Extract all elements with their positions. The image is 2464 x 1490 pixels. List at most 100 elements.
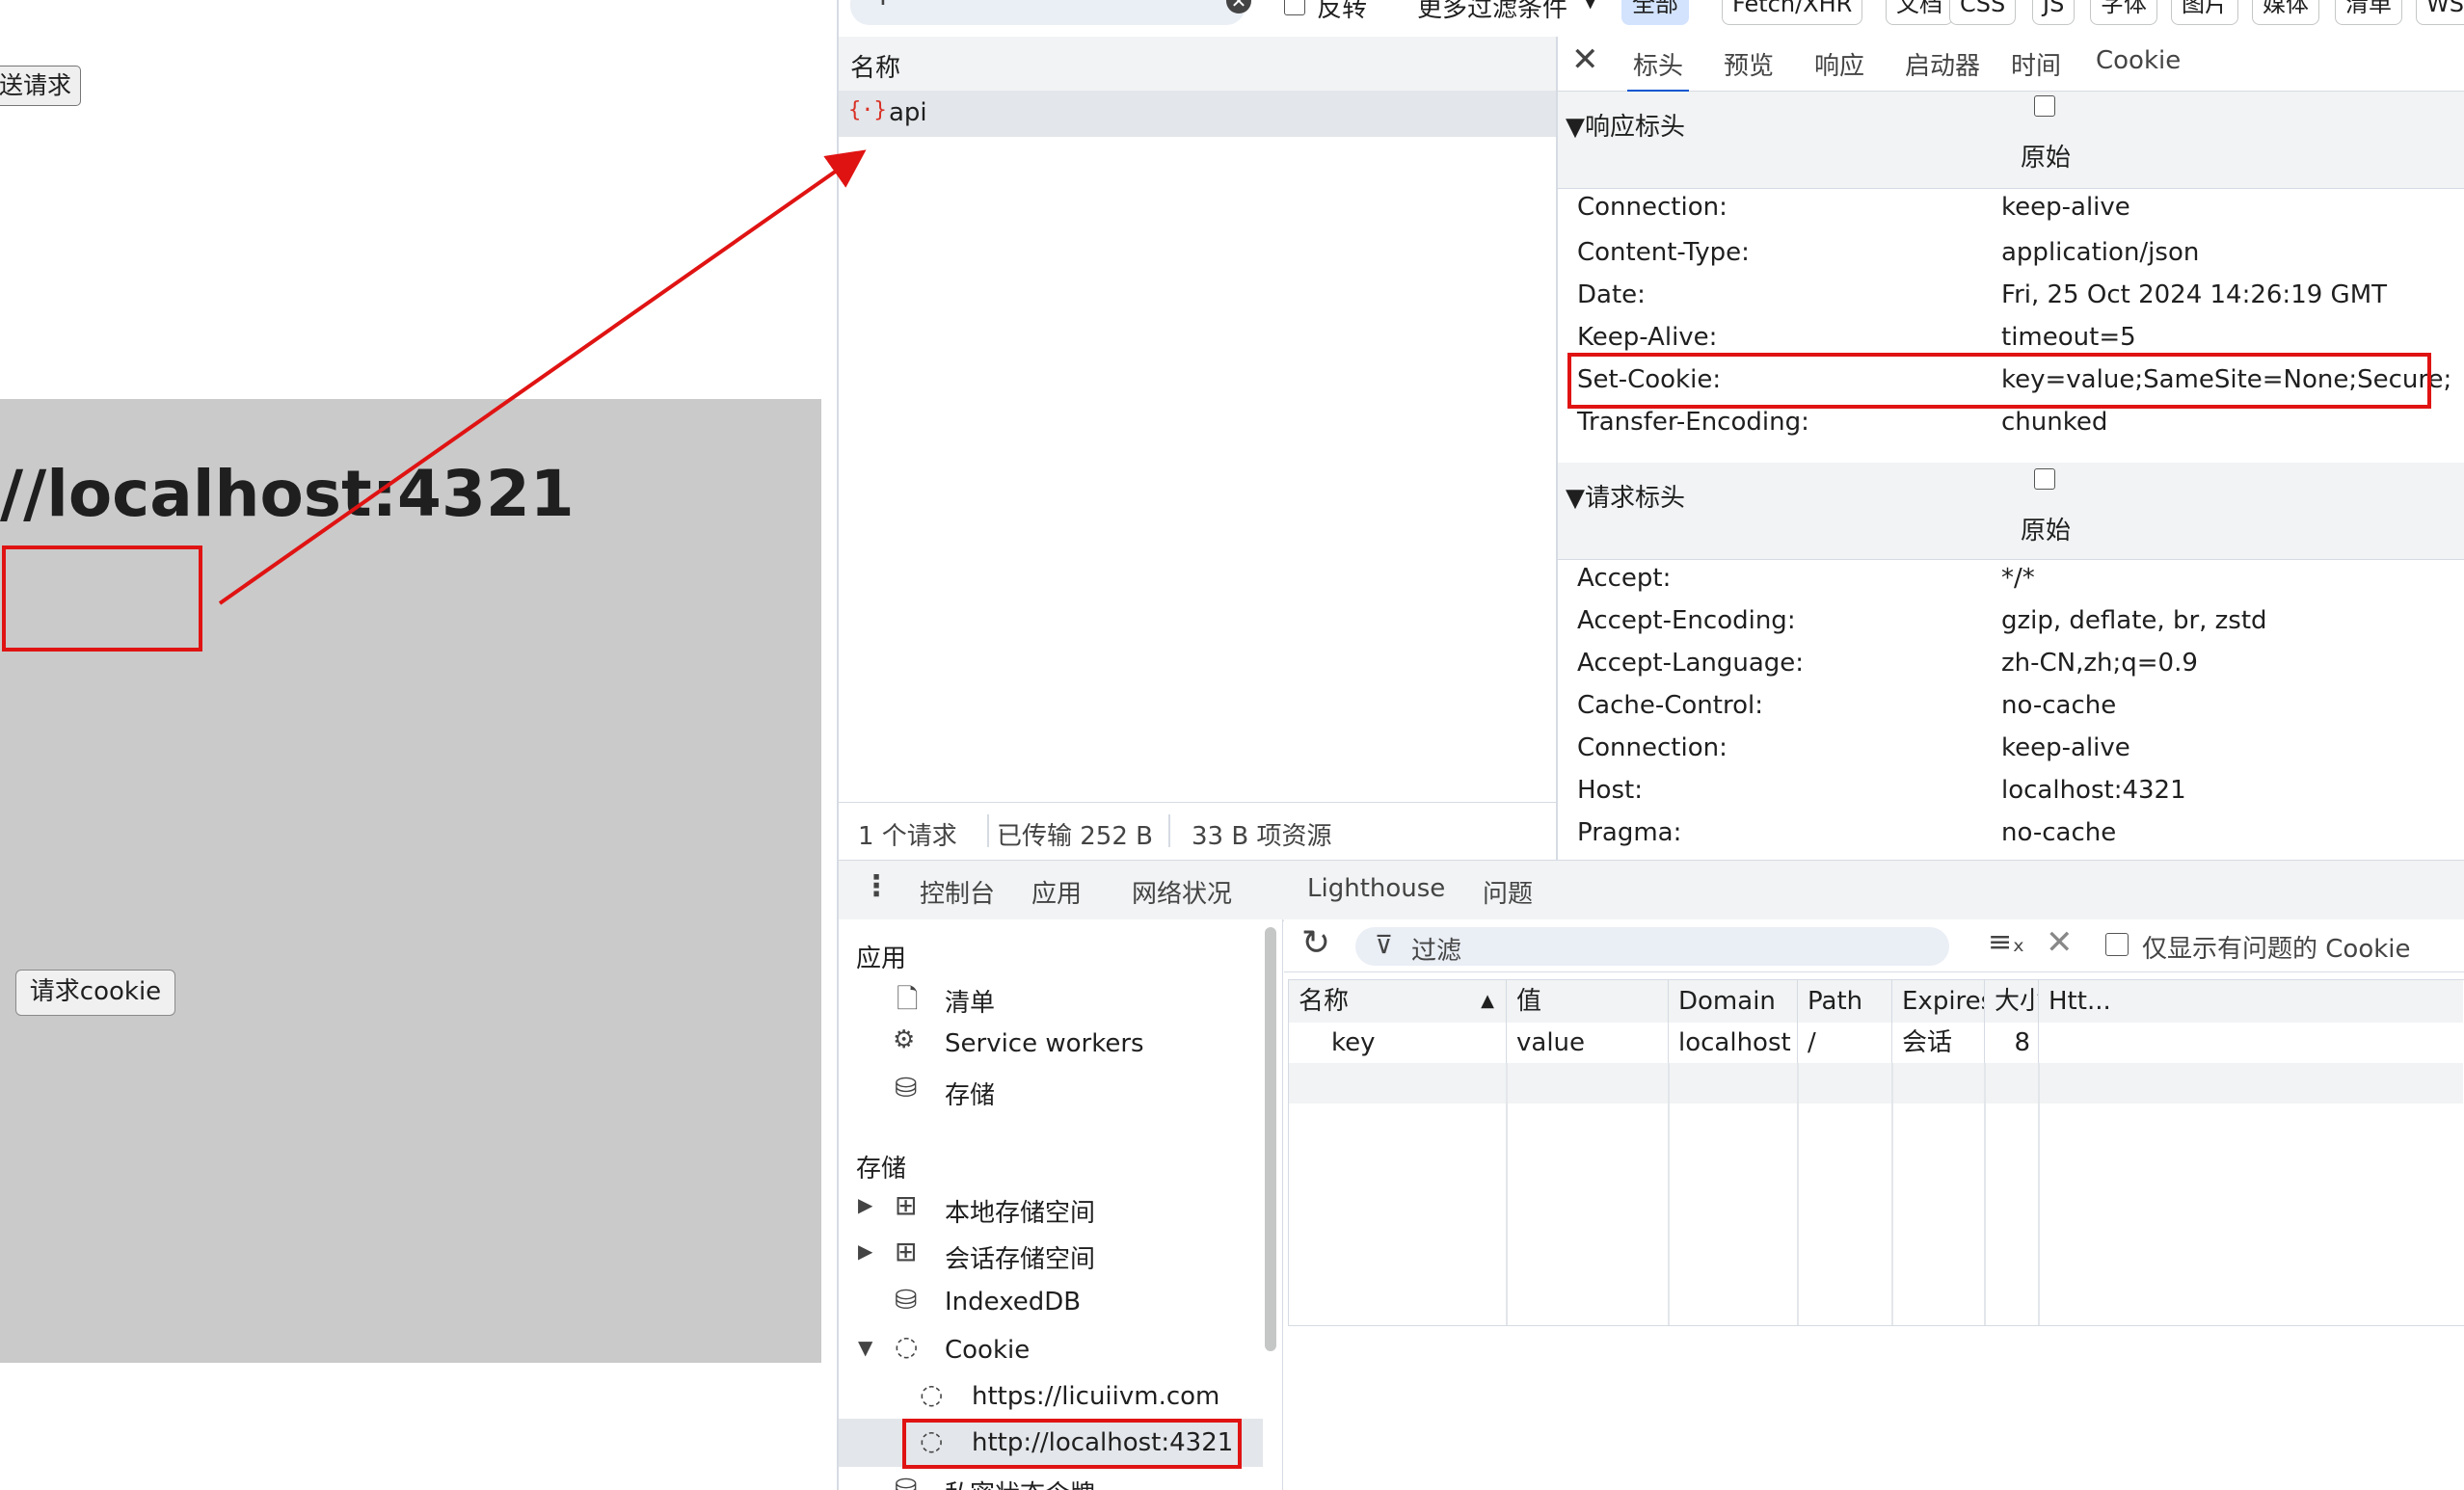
document-icon: 🗋: [897, 983, 919, 1015]
sidebar-item-private-state-tokens[interactable]: 私密状态令牌: [945, 1475, 1095, 1490]
name-column-header[interactable]: 名称: [850, 48, 900, 84]
tab-initiator[interactable]: 启动器: [1905, 46, 1980, 82]
raw-label: 原始: [2021, 517, 2072, 545]
sidebar-item-storage[interactable]: 存储: [945, 1076, 995, 1111]
filter-chip-css[interactable]: CSS: [1949, 0, 2017, 25]
drawer-tab-network-conditions[interactable]: 网络状况: [1132, 874, 1232, 910]
header-value: no-cache: [2001, 818, 2117, 847]
tab-response[interactable]: 响应: [1814, 46, 1864, 82]
clear-filtered-icon[interactable]: ≡ₓ: [1988, 925, 2024, 959]
invert-label: 反转: [1317, 0, 1368, 23]
column-header-value[interactable]: 值: [1507, 980, 1669, 1023]
tab-preview[interactable]: 预览: [1724, 46, 1774, 82]
cookie-cell-expires[interactable]: 会话: [1892, 1023, 1985, 1063]
cookie-cell-value[interactable]: value: [1507, 1023, 1669, 1063]
column-divider: [1506, 1063, 1508, 1325]
filter-chip-manifest[interactable]: 清单: [2335, 0, 2402, 25]
more-vert-icon[interactable]: ⋮: [862, 870, 891, 903]
filter-icon: ⊽: [1375, 931, 1394, 960]
cookie-cell-size[interactable]: 8: [1985, 1023, 2039, 1063]
sidebar-item-local-storage[interactable]: 本地存储空间: [945, 1193, 1095, 1229]
filter-chip-media[interactable]: 媒体: [2252, 0, 2319, 25]
sidebar-item-indexeddb[interactable]: IndexedDB: [945, 1288, 1081, 1317]
tab-timing[interactable]: 时间: [2011, 46, 2061, 82]
column-header-size[interactable]: 大小: [1985, 980, 2039, 1023]
raw-checkbox[interactable]: [2034, 468, 2055, 490]
response-headers-section-header[interactable]: ▼响应标头 原始: [1558, 92, 2464, 189]
cookie-cell-domain[interactable]: localhost: [1669, 1023, 1798, 1063]
sidebar-item-manifest[interactable]: 清单: [945, 983, 995, 1019]
column-header-domain[interactable]: Domain: [1669, 980, 1798, 1023]
header-name: Accept-Language:: [1577, 649, 1805, 678]
summary-divider: [1168, 814, 1170, 847]
network-filter-input[interactable]: Y ✕: [850, 0, 1251, 25]
request-headers-section-header[interactable]: ▼请求标头 原始: [1558, 463, 2464, 560]
column-header-name[interactable]: 名称 ▲: [1289, 980, 1507, 1023]
database-icon: ⛁: [895, 1072, 918, 1104]
filter-chip-fetch-xhr[interactable]: Fetch/XHR: [1722, 0, 1863, 25]
raw-checkbox[interactable]: [2034, 95, 2055, 117]
send-request-button[interactable]: 送请求: [0, 66, 81, 106]
header-value: */*: [2001, 564, 2035, 593]
cookie-cell-name[interactable]: key: [1289, 1023, 1507, 1063]
column-header-expires[interactable]: Expires / ...: [1892, 980, 1985, 1023]
header-name: Host:: [1577, 776, 1643, 805]
request-detail-tabs: ✕ 标头 预览 响应 启动器 时间 Cookie: [1558, 37, 2464, 93]
triangle-right-icon[interactable]: ▶: [858, 1193, 872, 1216]
transferred-size: 已传输 252 B: [997, 822, 1153, 851]
column-divider: [1984, 1063, 1986, 1325]
drawer-tab-issues[interactable]: 问题: [1483, 874, 1533, 910]
drawer-tab-console[interactable]: 控制台: [920, 874, 995, 910]
sidebar-item-cookie[interactable]: Cookie: [945, 1336, 1030, 1365]
drawer-tab-application[interactable]: 应用: [1020, 874, 1094, 923]
request-cookie-button[interactable]: 请求cookie: [15, 970, 175, 1016]
filter-chip-all[interactable]: 全部: [1621, 0, 1689, 25]
sidebar-item-cookie-origin-licuiivm[interactable]: https://licuiivm.com: [972, 1382, 1219, 1411]
cookie-filter-input[interactable]: ⊽ 过滤: [1355, 927, 1949, 966]
sort-ascending-icon: ▲: [1481, 991, 1494, 1011]
tab-cookie[interactable]: Cookie: [2096, 46, 2181, 75]
column-header-httponly[interactable]: Htt...: [2039, 980, 2463, 1023]
host-heading: //localhost:4321: [0, 457, 575, 531]
drawer-tab-lighthouse[interactable]: Lighthouse: [1307, 874, 1445, 903]
sidebar-item-service-workers[interactable]: Service workers: [945, 1029, 1144, 1058]
column-header-path[interactable]: Path: [1798, 980, 1892, 1023]
filter-chip-font[interactable]: 字体: [2090, 0, 2157, 25]
network-filter-bar: Y ✕ 反转 更多过滤条件 ▼ 全部 Fetch/XHR 文档 CSS JS 字…: [839, 0, 2464, 29]
triangle-down-icon[interactable]: ▼: [858, 1336, 872, 1359]
refresh-icon[interactable]: ↻: [1301, 923, 1330, 963]
only-issues-checkbox[interactable]: [2105, 933, 2129, 956]
invert-checkbox[interactable]: [1284, 0, 1305, 15]
header-name: Connection:: [1577, 193, 1727, 222]
delete-icon[interactable]: ✕: [2046, 923, 2074, 962]
annotation-box-request-button: [2, 545, 202, 652]
sidebar-scrollbar[interactable]: [1265, 927, 1276, 1351]
filter-chip-doc[interactable]: 文档: [1886, 0, 1953, 25]
clear-filter-icon[interactable]: ✕: [1226, 0, 1251, 13]
filter-chip-js[interactable]: JS: [2032, 0, 2076, 25]
resource-size: 33 B 项资源: [1192, 822, 1332, 851]
header-value: chunked: [2001, 408, 2108, 437]
filter-chip-ws[interactable]: WS: [2416, 0, 2464, 25]
header-name: Keep-Alive:: [1577, 323, 1718, 352]
annotation-box-localhost-cookie: [902, 1419, 1242, 1469]
header-value: keep-alive: [2001, 193, 2130, 222]
header-name: Date:: [1577, 280, 1646, 309]
drawer-tab-bar: ⋮ 控制台 应用 网络状况 Lighthouse 问题: [839, 860, 2464, 923]
triangle-right-icon[interactable]: ▶: [858, 1239, 872, 1263]
cookie-cell-path[interactable]: /: [1798, 1023, 1892, 1063]
request-row-api[interactable]: {·} api: [839, 91, 1556, 137]
more-filters-dropdown[interactable]: 更多过滤条件: [1417, 0, 1567, 24]
cookie-cell-httponly[interactable]: [2039, 1023, 2463, 1063]
annotation-box-set-cookie: [1567, 353, 2431, 409]
request-list-header: 名称: [839, 37, 1556, 92]
tab-headers[interactable]: 标头: [1627, 46, 1690, 93]
close-icon[interactable]: ✕: [1571, 40, 1599, 79]
filter-chip-img[interactable]: 图片: [2171, 0, 2238, 25]
gears-icon: ⚙: [893, 1025, 916, 1054]
empty-row-stripe: [1289, 1063, 2463, 1104]
only-issues-label: 仅显示有问题的 Cookie: [2142, 935, 2411, 964]
response-headers-title: ▼响应标头: [1566, 113, 1685, 142]
sidebar-item-session-storage[interactable]: 会话存储空间: [945, 1239, 1095, 1275]
header-name: Pragma:: [1577, 818, 1682, 847]
